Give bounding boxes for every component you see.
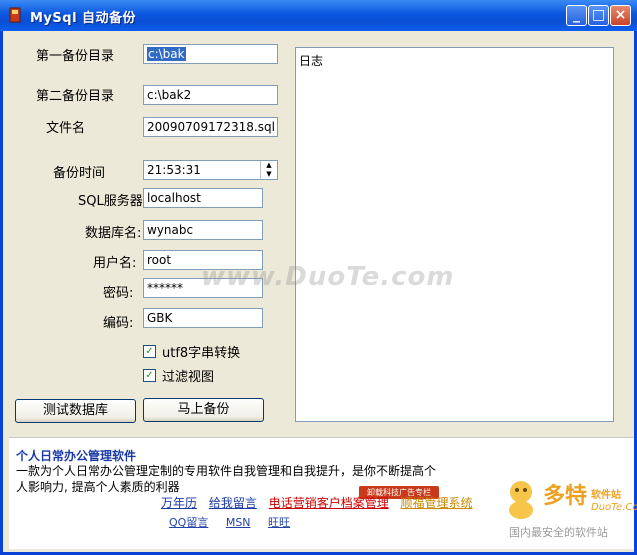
duote-logo: 多特 软件站 DuoTe.Com 国内最安全的软件站	[503, 478, 637, 548]
ad-link[interactable]: 给我留言	[209, 496, 257, 510]
first-dir-label: 第一备份目录	[36, 49, 115, 64]
ad-link[interactable]: 万年历	[161, 496, 197, 510]
log-heading: 日志	[299, 54, 324, 68]
db-name-input[interactable]: wynabc	[143, 220, 263, 240]
utf8-checkbox-label: utf8字串转换	[162, 346, 241, 361]
backup-time-input[interactable]: 21:53:31 ▲ ▼	[143, 160, 278, 180]
title-bar[interactable]: MySql 自动备份 _ □ ×	[0, 0, 637, 31]
sql-server-input[interactable]: localhost	[143, 188, 263, 208]
app-icon	[9, 7, 21, 23]
logo-name: 多特	[543, 484, 588, 509]
msn-link[interactable]: MSN	[226, 516, 251, 529]
sql-server-label: SQL服务器:	[78, 194, 148, 209]
password-label: 密码:	[103, 286, 134, 301]
username-label: 用户名:	[93, 256, 137, 271]
minimize-button[interactable]: _	[566, 5, 587, 26]
test-db-button[interactable]: 测试数据库	[15, 399, 136, 423]
backup-now-button[interactable]: 马上备份	[143, 398, 264, 422]
spin-down-icon[interactable]: ▼	[261, 170, 277, 179]
file-name-input[interactable]: 20090709172318.sql	[143, 117, 278, 137]
logo-sub: 软件站	[591, 490, 621, 501]
backup-time-value: 21:53:31	[147, 163, 201, 177]
mascot-icon	[509, 481, 533, 519]
time-spinner[interactable]: ▲ ▼	[260, 161, 277, 179]
filter-view-checkbox[interactable]: ✓ 过滤视图	[143, 366, 214, 385]
window-title: MySql 自动备份	[30, 11, 137, 26]
filter-view-checkbox-label: 过滤视图	[162, 370, 215, 385]
app-window: MySql 自动备份 _ □ × 第一备份目录 c:\bak 第二备份目录 c:…	[0, 0, 637, 555]
ad-title[interactable]: 个人日常办公管理软件	[16, 447, 136, 464]
contact-links: QQ留言 MSN 旺旺	[169, 514, 304, 530]
close-button[interactable]: ×	[610, 5, 631, 26]
first-dir-input[interactable]: c:\bak	[143, 44, 278, 64]
encoding-label: 编码:	[103, 316, 134, 331]
second-dir-input[interactable]: c:\bak2	[143, 85, 278, 105]
ad-link[interactable]: 电话营销客户档案管理	[269, 496, 389, 510]
first-dir-value: c:\bak	[147, 47, 186, 61]
db-name-label: 数据库名:	[85, 226, 142, 241]
second-dir-label: 第二备份目录	[36, 89, 115, 104]
watermark: www.DuoTe.com	[201, 262, 455, 292]
checkmark-icon: ✓	[143, 345, 156, 358]
maximize-button[interactable]: □	[588, 5, 609, 26]
wangwang-link[interactable]: 旺旺	[268, 516, 290, 529]
spin-up-icon[interactable]: ▲	[261, 161, 277, 170]
file-name-label: 文件名	[46, 121, 86, 136]
encoding-input[interactable]: GBK	[143, 308, 263, 328]
logo-tagline: 国内最安全的软件站	[509, 526, 608, 539]
qq-link[interactable]: QQ留言	[169, 516, 208, 529]
backup-time-label: 备份时间	[53, 166, 106, 181]
checkmark-icon: ✓	[143, 369, 156, 382]
ad-links: 万年历 给我留言 电话营销客户档案管理 顺福管理系统	[161, 494, 481, 511]
ad-link[interactable]: 顺福管理系统	[401, 496, 473, 510]
logo-domain: DuoTe.Com	[591, 502, 637, 513]
log-panel[interactable]: 日志	[295, 47, 614, 422]
utf8-checkbox[interactable]: ✓ utf8字串转换	[143, 342, 240, 361]
